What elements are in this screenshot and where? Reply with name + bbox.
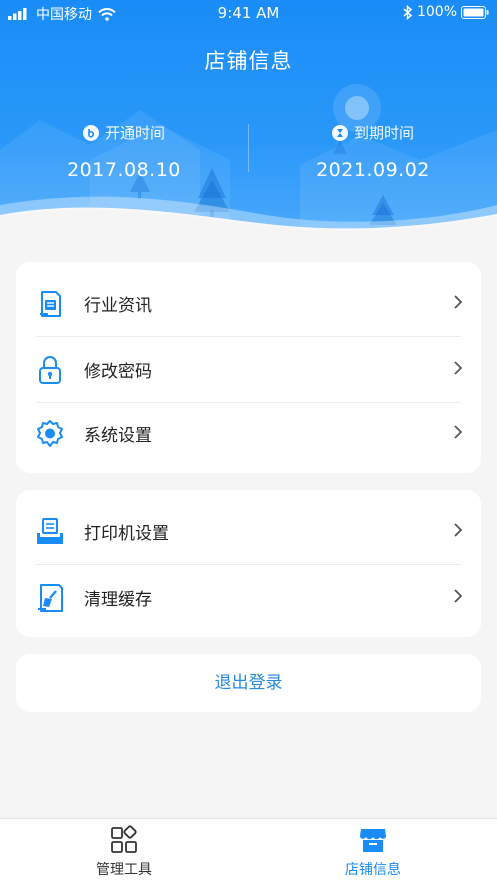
broom-icon: [38, 584, 63, 612]
open-time-label: 开通时间: [104, 124, 165, 142]
bluetooth-icon: [403, 4, 413, 20]
news-icon: [40, 291, 61, 317]
battery-percent: 100%: [416, 4, 457, 20]
header: 中国移动 9:41 AM 100% 店铺信息 开通时间 2017.08.10 到…: [0, 0, 497, 235]
hourglass-icon: [331, 124, 348, 141]
page-title: 店铺信息: [204, 49, 293, 73]
tab-shop-info[interactable]: 店铺信息: [249, 825, 497, 879]
menu-item-change-password[interactable]: 修改密码: [16, 336, 481, 402]
open-time-value: 2017.08.10: [67, 158, 181, 181]
menu-item-clear-cache[interactable]: 清理缓存: [16, 564, 481, 630]
menu-item-industry-news[interactable]: 行业资讯: [16, 270, 481, 336]
chevron-right-icon: [454, 589, 463, 603]
chevron-right-icon: [454, 425, 463, 439]
menu-item-label: 修改密码: [84, 361, 152, 382]
gear-icon: [37, 420, 63, 447]
expire-time-value: 2021.09.02: [316, 158, 430, 181]
chevron-right-icon: [454, 523, 463, 537]
menu-card-2: 打印机设置 清理缓存: [16, 490, 481, 637]
printer-icon: [37, 518, 63, 544]
apps-icon: [111, 825, 137, 853]
menu-item-system-settings[interactable]: 系统设置: [16, 400, 481, 466]
menu-card-1: 行业资讯 修改密码 系统设置: [16, 262, 481, 473]
chevron-right-icon: [454, 295, 463, 309]
lock-icon: [39, 356, 61, 384]
menu-item-label: 打印机设置: [84, 523, 169, 544]
tab-bar: 管理工具 店铺信息: [0, 818, 497, 883]
logout-button[interactable]: 退出登录: [16, 654, 481, 712]
menu-item-label: 行业资讯: [84, 295, 152, 316]
battery-icon: [461, 5, 489, 19]
open-time-block: 开通时间 2017.08.10: [0, 122, 248, 181]
menu-item-label: 清理缓存: [84, 589, 152, 610]
tab-management-tools[interactable]: 管理工具: [0, 825, 248, 879]
expire-time-label: 到期时间: [353, 124, 414, 142]
screen: 中国移动 9:41 AM 100% 店铺信息 开通时间 2017.08.10 到…: [0, 0, 497, 883]
menu-item-printer-settings[interactable]: 打印机设置: [16, 498, 481, 564]
menu-item-label: 系统设置: [84, 425, 152, 446]
shop-icon: [360, 829, 386, 852]
tab-label: 管理工具: [96, 862, 152, 878]
start-icon: [82, 124, 99, 141]
header-landscape: [0, 84, 497, 235]
expire-time-block: 到期时间 2021.09.02: [249, 122, 497, 181]
tab-label: 店铺信息: [345, 862, 401, 878]
chevron-right-icon: [454, 361, 463, 375]
status-bar: 中国移动 9:41 AM 100%: [0, 0, 497, 26]
